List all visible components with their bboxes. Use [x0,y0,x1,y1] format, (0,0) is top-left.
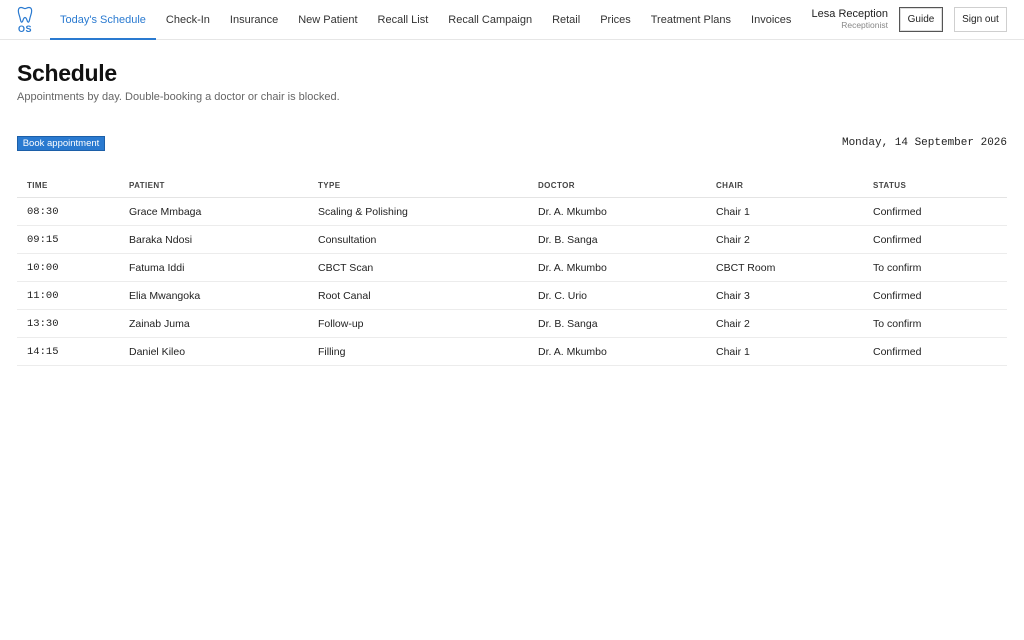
cell-patient: Daniel Kileo [119,337,308,366]
status-badge: To confirm [863,253,1007,282]
cell-doctor: Dr. A. Mkumbo [528,197,706,226]
book-appointment-button[interactable]: Book appointment [17,136,105,151]
nav-retail[interactable]: Retail [542,0,590,39]
cell-type: Root Canal [308,281,528,310]
nav-invoices[interactable]: Invoices [741,0,801,39]
logo-text: OS [17,23,32,34]
nav-check-in[interactable]: Check-In [156,0,220,39]
cell-chair: Chair 1 [706,197,863,226]
page-title: Schedule [17,60,117,86]
cell-doctor: Dr. A. Mkumbo [528,337,706,366]
column-header-chair: CHAIR [706,173,863,198]
table-row[interactable]: 08:30 Grace Mmbaga Scaling & Polishing D… [17,197,1007,226]
cell-chair: Chair 2 [706,309,863,338]
column-header-time: TIME [17,173,119,198]
cell-doctor: Dr. B. Sanga [528,225,706,254]
guide-button[interactable]: Guide [899,7,943,32]
nav-recall-campaign[interactable]: Recall Campaign [438,0,542,39]
cell-chair: CBCT Room [706,253,863,282]
cell-doctor: Dr. C. Urio [528,281,706,310]
cell-type: Scaling & Polishing [308,197,528,226]
column-header-doctor: DOCTOR [528,173,706,198]
status-badge: Confirmed [863,281,1007,310]
cell-time: 11:00 [17,281,119,310]
top-navigation-bar: OS Today's Schedule Check-In Insurance N… [0,0,1024,40]
cell-chair: Chair 3 [706,281,863,310]
status-badge: Confirmed [863,197,1007,226]
cell-patient: Zainab Juma [119,309,308,338]
user-name: Lesa Reception [811,8,888,20]
column-header-type: TYPE [308,173,528,198]
app-logo[interactable]: OS [0,0,50,39]
cell-doctor: Dr. B. Sanga [528,309,706,338]
tooth-icon [17,6,33,23]
nav-todays-schedule[interactable]: Today's Schedule [50,0,156,40]
table-row[interactable]: 14:15 Daniel Kileo Filling Dr. A. Mkumbo… [17,337,1007,366]
schedule-date: Monday, 14 September 2026 [841,137,1007,149]
cell-doctor: Dr. A. Mkumbo [528,253,706,282]
cell-time: 13:30 [17,309,119,338]
main-nav: Today's Schedule Check-In Insurance New … [50,0,801,40]
cell-type: CBCT Scan [308,253,528,282]
nav-new-patient[interactable]: New Patient [288,0,367,39]
user-role: Receptionist [841,20,888,30]
status-badge: To confirm [863,309,1007,338]
cell-time: 09:15 [17,225,119,254]
sign-out-button[interactable]: Sign out [954,7,1007,32]
column-header-status: STATUS [863,173,1007,198]
cell-type: Consultation [308,225,528,254]
cell-type: Follow-up [308,309,528,338]
cell-patient: Grace Mmbaga [119,197,308,226]
table-row[interactable]: 09:15 Baraka Ndosi Consultation Dr. B. S… [17,225,1007,254]
table-header-row: TIME PATIENT TYPE DOCTOR CHAIR STATUS [17,173,1007,198]
page-subtitle: Appointments by day. Double-booking a do… [17,91,340,103]
nav-prices[interactable]: Prices [590,0,641,39]
column-header-patient: PATIENT [119,173,308,198]
nav-treatment-plans[interactable]: Treatment Plans [641,0,741,39]
schedule-table: TIME PATIENT TYPE DOCTOR CHAIR STATUS 08… [17,173,1007,366]
cell-patient: Elia Mwangoka [119,281,308,310]
user-info: Lesa Reception Receptionist [800,8,888,30]
cell-time: 08:30 [17,197,119,226]
cell-patient: Fatuma Iddi [119,253,308,282]
cell-chair: Chair 2 [706,225,863,254]
cell-type: Filling [308,337,528,366]
nav-insurance[interactable]: Insurance [220,0,288,39]
table-row[interactable]: 11:00 Elia Mwangoka Root Canal Dr. C. Ur… [17,281,1007,310]
cell-chair: Chair 1 [706,337,863,366]
table-row[interactable]: 13:30 Zainab Juma Follow-up Dr. B. Sanga… [17,309,1007,338]
nav-recall-list[interactable]: Recall List [368,0,439,39]
status-badge: Confirmed [863,337,1007,366]
cell-time: 14:15 [17,337,119,366]
cell-time: 10:00 [17,253,119,282]
table-row[interactable]: 10:00 Fatuma Iddi CBCT Scan Dr. A. Mkumb… [17,253,1007,282]
cell-patient: Baraka Ndosi [119,225,308,254]
status-badge: Confirmed [863,225,1007,254]
